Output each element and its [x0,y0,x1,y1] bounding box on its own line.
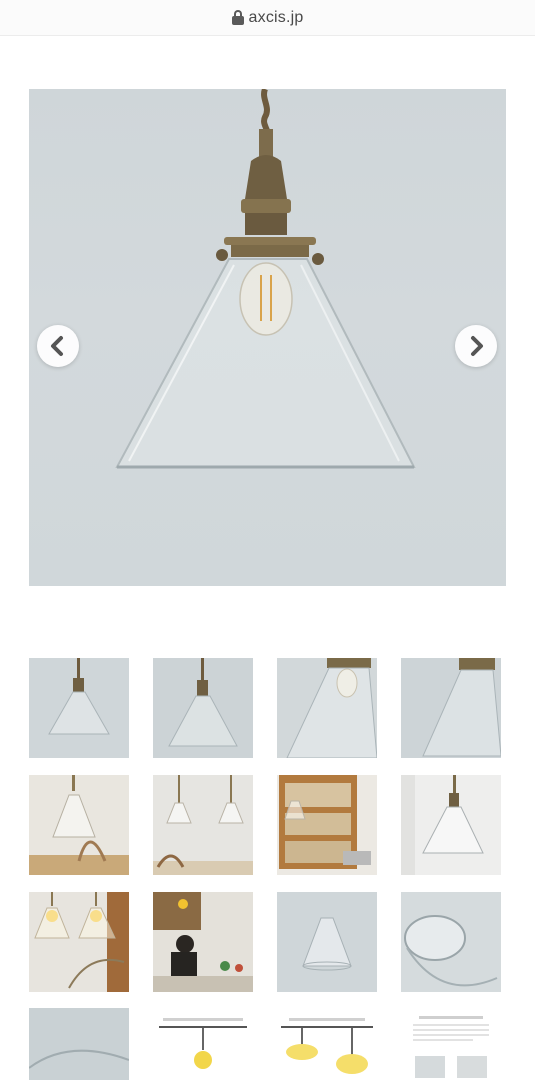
thumbnail-12[interactable] [401,892,501,992]
thumbnail-5[interactable] [29,775,129,875]
thumbnail-7[interactable] [277,775,377,875]
thumbnail-6[interactable] [153,775,253,875]
thumbnail-2[interactable] [153,658,253,758]
thumbnail-9[interactable] [29,892,129,992]
thumbnail-16[interactable] [401,1008,501,1080]
thumbnail-3[interactable] [277,658,377,758]
carousel-prev-button[interactable] [37,325,79,367]
thumbnail-14[interactable] [153,1008,253,1080]
thumbnail-13[interactable] [29,1008,129,1080]
thumbnail-1[interactable] [29,658,129,758]
chevron-right-icon [471,336,483,356]
main-product-image[interactable] [29,89,506,586]
thumbnail-10[interactable] [153,892,253,992]
chevron-left-icon [51,336,63,356]
url-text: axcis.jp [248,8,304,26]
thumbnail-8[interactable] [401,775,501,875]
thumbnail-4[interactable] [401,658,501,758]
thumbnail-11[interactable] [277,892,377,992]
thumbnail-15[interactable] [277,1008,377,1080]
carousel-next-button[interactable] [455,325,497,367]
address-bar[interactable]: axcis.jp [0,0,535,36]
lock-icon [231,10,244,25]
